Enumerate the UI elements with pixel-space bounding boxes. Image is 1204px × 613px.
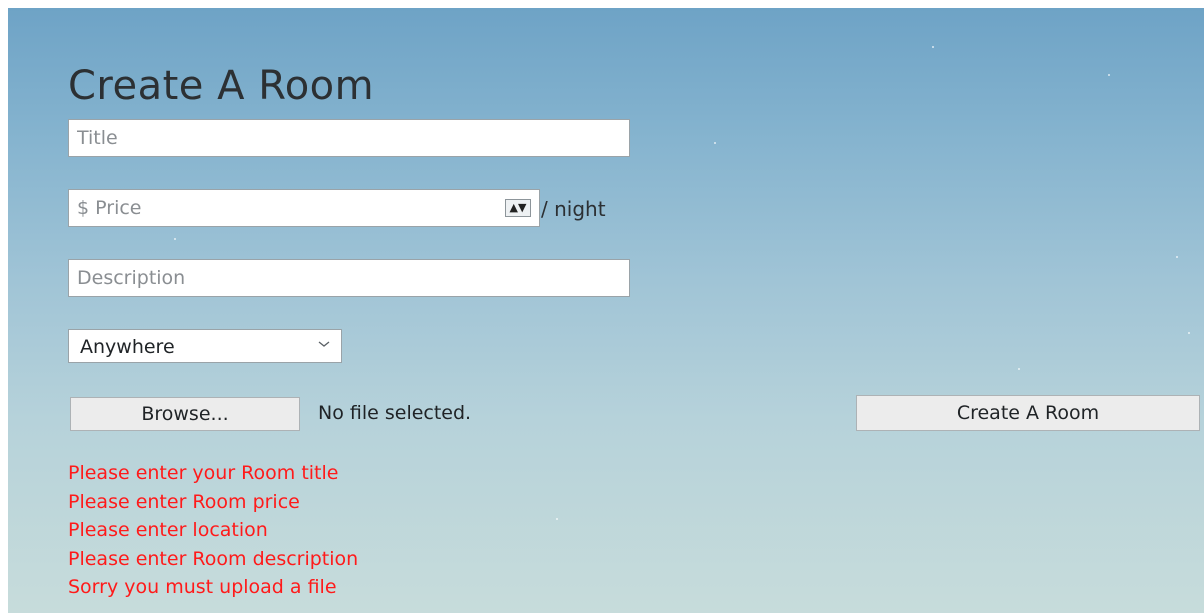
location-select-value: Anywhere [80, 336, 175, 358]
page-title: Create A Room [68, 63, 375, 109]
error-message: Please enter Room description [68, 547, 359, 570]
title-field [68, 119, 630, 157]
background-star [174, 238, 176, 240]
location-select[interactable]: Anywhere [68, 329, 342, 363]
page-background: Create A Room ▲▼ / night Anywhere Browse… [8, 8, 1204, 613]
background-star [932, 46, 934, 48]
background-star [714, 142, 716, 144]
price-field: ▲▼ [68, 189, 540, 227]
background-star [556, 518, 558, 520]
error-message: Please enter your Room title [68, 462, 339, 484]
browse-button[interactable]: Browse... [70, 397, 300, 431]
spinner-icon[interactable]: ▲▼ [505, 199, 531, 217]
background-star [1188, 332, 1190, 334]
description-field [68, 259, 630, 297]
error-message: Sorry you must upload a file [68, 576, 337, 598]
error-message: Please enter Room price [68, 490, 300, 513]
background-star [1108, 74, 1110, 76]
price-input[interactable] [69, 190, 539, 226]
chevron-down-icon [318, 341, 330, 347]
error-list: Please enter your Room title Please ente… [68, 459, 358, 602]
error-message: Please enter location [68, 519, 268, 541]
description-input[interactable] [69, 260, 629, 296]
price-suffix: / night [541, 197, 606, 221]
create-room-button[interactable]: Create A Room [856, 395, 1200, 431]
file-status-text: No file selected. [318, 402, 472, 424]
background-star [1018, 368, 1020, 370]
title-input[interactable] [69, 120, 629, 156]
background-star [1176, 256, 1178, 258]
